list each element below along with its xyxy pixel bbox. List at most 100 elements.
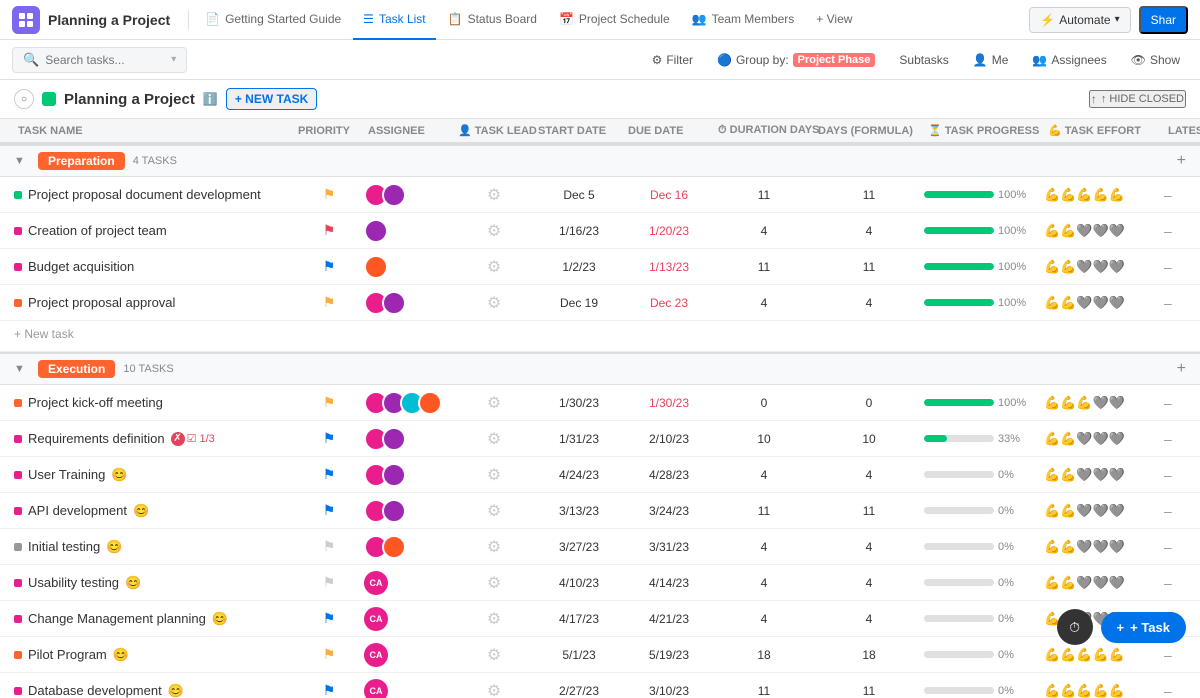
task-lead-cell[interactable]: ⚙ xyxy=(454,429,534,449)
start-date-cell[interactable]: 1/31/23 xyxy=(534,432,624,446)
due-date-cell[interactable]: 1/30/23 xyxy=(624,396,714,410)
priority-cell[interactable]: ⚑ xyxy=(294,574,364,591)
start-date-cell[interactable]: 1/16/23 xyxy=(534,224,624,238)
start-date-cell[interactable]: Dec 5 xyxy=(534,188,624,202)
assignee-cell[interactable] xyxy=(364,291,454,315)
assignee-cell[interactable]: CA xyxy=(364,679,454,698)
task-lead-cell[interactable]: ⚙ xyxy=(454,293,534,313)
task-lead-cell[interactable]: ⚙ xyxy=(454,257,534,277)
due-date-cell[interactable]: 1/13/23 xyxy=(624,260,714,274)
priority-cell[interactable]: ⚑ xyxy=(294,646,364,663)
task-name-text[interactable]: Creation of project team xyxy=(28,223,167,238)
assignee-cell[interactable] xyxy=(364,427,454,451)
task-name-text[interactable]: Pilot Program xyxy=(28,647,107,662)
due-date-cell[interactable]: 4/14/23 xyxy=(624,576,714,590)
search-box[interactable]: 🔍 ▾ xyxy=(12,47,187,73)
assignee-cell[interactable] xyxy=(364,183,454,207)
task-lead-cell[interactable]: ⚙ xyxy=(454,537,534,557)
task-lead-cell[interactable]: ⚙ xyxy=(454,221,534,241)
task-lead-cell[interactable]: ⚙ xyxy=(454,501,534,521)
task-lead-cell[interactable]: ⚙ xyxy=(454,609,534,629)
group-by-button[interactable]: 🔵 Group by: Project Phase xyxy=(709,49,883,71)
add-task-fab-button[interactable]: + + Task xyxy=(1101,612,1186,643)
task-name-text[interactable]: Project proposal approval xyxy=(28,295,175,310)
assignee-cell[interactable] xyxy=(364,391,454,415)
due-date-cell[interactable]: 4/21/23 xyxy=(624,612,714,626)
tab-status-board[interactable]: 📋 Status Board xyxy=(438,0,547,40)
due-date-cell[interactable]: 3/31/23 xyxy=(624,540,714,554)
new-task-row-preparation[interactable]: + New task xyxy=(0,321,1200,352)
table-row[interactable]: Project proposal document development⚑⚙D… xyxy=(0,177,1200,213)
start-date-cell[interactable]: 5/1/23 xyxy=(534,648,624,662)
tab-project-schedule[interactable]: 📅 Project Schedule xyxy=(549,0,680,40)
priority-cell[interactable]: ⚑ xyxy=(294,538,364,555)
hide-closed-button[interactable]: ↑ ↑ HIDE CLOSED xyxy=(1089,90,1186,108)
start-date-cell[interactable]: 4/17/23 xyxy=(534,612,624,626)
table-row[interactable]: Usability testing😊⚑CA⚙4/10/234/14/23440%… xyxy=(0,565,1200,601)
tab-team-members[interactable]: 👥 Team Members xyxy=(682,0,805,40)
due-date-cell[interactable]: 4/28/23 xyxy=(624,468,714,482)
start-date-cell[interactable]: 3/27/23 xyxy=(534,540,624,554)
table-row[interactable]: Pilot Program😊⚑CA⚙5/1/235/19/2318180%💪💪💪… xyxy=(0,637,1200,673)
table-row[interactable]: Change Management planning😊⚑CA⚙4/17/234/… xyxy=(0,601,1200,637)
priority-cell[interactable]: ⚑ xyxy=(294,294,364,311)
task-name-text[interactable]: Project kick-off meeting xyxy=(28,395,163,410)
due-date-cell[interactable]: 3/24/23 xyxy=(624,504,714,518)
task-name-text[interactable]: Project proposal document development xyxy=(28,187,261,202)
start-date-cell[interactable]: 4/10/23 xyxy=(534,576,624,590)
start-date-cell[interactable]: Dec 19 xyxy=(534,296,624,310)
start-date-cell[interactable]: 2/27/23 xyxy=(534,684,624,698)
start-date-cell[interactable]: 1/2/23 xyxy=(534,260,624,274)
table-row[interactable]: Initial testing😊⚑⚙3/27/233/31/23440%💪💪🩶🩶… xyxy=(0,529,1200,565)
table-row[interactable]: API development😊⚑⚙3/13/233/24/2311110%💪💪… xyxy=(0,493,1200,529)
task-name-text[interactable]: Budget acquisition xyxy=(28,259,134,274)
start-date-cell[interactable]: 4/24/23 xyxy=(534,468,624,482)
due-date-cell[interactable]: 1/20/23 xyxy=(624,224,714,238)
search-input[interactable] xyxy=(45,53,165,67)
start-date-cell[interactable]: 1/30/23 xyxy=(534,396,624,410)
table-row[interactable]: Project proposal approval⚑⚙Dec 19Dec 234… xyxy=(0,285,1200,321)
filter-button[interactable]: ⚙ Filter xyxy=(644,49,701,71)
task-name-text[interactable]: Change Management planning xyxy=(28,611,206,626)
due-date-cell[interactable]: 2/10/23 xyxy=(624,432,714,446)
page-collapse-button[interactable]: ○ xyxy=(14,89,34,109)
tab-getting-started[interactable]: 📄 Getting Started Guide xyxy=(195,0,351,40)
priority-cell[interactable]: ⚑ xyxy=(294,222,364,239)
assignee-cell[interactable] xyxy=(364,499,454,523)
new-task-button[interactable]: + NEW TASK xyxy=(226,88,317,110)
priority-cell[interactable]: ⚑ xyxy=(294,258,364,275)
group-add-preparation[interactable]: + xyxy=(1177,152,1186,170)
priority-cell[interactable]: ⚑ xyxy=(294,394,364,411)
table-row[interactable]: Creation of project team ⚑ ⚙1/16/231/20/23… xyxy=(0,213,1200,249)
table-row[interactable]: User Training😊⚑⚙4/24/234/28/23440%💪💪🩶🩶🩶– xyxy=(0,457,1200,493)
task-name-text[interactable]: Requirements definition xyxy=(28,431,165,446)
task-lead-cell[interactable]: ⚙ xyxy=(454,185,534,205)
assignee-cell[interactable]: CA xyxy=(364,571,454,595)
task-name-text[interactable]: Usability testing xyxy=(28,575,119,590)
table-row[interactable]: Budget acquisition⚑⚙1/2/231/13/231111100… xyxy=(0,249,1200,285)
share-button[interactable]: Shar xyxy=(1139,6,1188,34)
group-collapse-execution[interactable]: ▼ xyxy=(14,363,30,375)
priority-cell[interactable]: ⚑ xyxy=(294,610,364,627)
assignee-cell[interactable]: CA xyxy=(364,643,454,667)
table-row[interactable]: Database development😊⚑CA⚙2/27/233/10/231… xyxy=(0,673,1200,698)
priority-cell[interactable]: ⚑ xyxy=(294,682,364,698)
assignee-cell[interactable] xyxy=(364,535,454,559)
task-name-text[interactable]: Initial testing xyxy=(28,539,100,554)
due-date-cell[interactable]: Dec 16 xyxy=(624,188,714,202)
me-button[interactable]: 👤 Me xyxy=(965,49,1017,71)
group-add-execution[interactable]: + xyxy=(1177,360,1186,378)
assignee-cell[interactable] xyxy=(364,219,454,243)
tab-add-view[interactable]: + View xyxy=(806,0,862,40)
start-date-cell[interactable]: 3/13/23 xyxy=(534,504,624,518)
subtasks-button[interactable]: Subtasks xyxy=(891,49,956,71)
task-name-text[interactable]: Database development xyxy=(28,683,162,698)
assignee-cell[interactable]: CA xyxy=(364,607,454,631)
due-date-cell[interactable]: 3/10/23 xyxy=(624,684,714,698)
group-collapse-preparation[interactable]: ▼ xyxy=(14,155,30,167)
info-icon[interactable]: ℹ️ xyxy=(203,92,218,106)
timer-fab-button[interactable]: ⏱ xyxy=(1057,609,1093,645)
show-button[interactable]: 👁 Show xyxy=(1123,49,1188,71)
priority-cell[interactable]: ⚑ xyxy=(294,430,364,447)
due-date-cell[interactable]: 5/19/23 xyxy=(624,648,714,662)
